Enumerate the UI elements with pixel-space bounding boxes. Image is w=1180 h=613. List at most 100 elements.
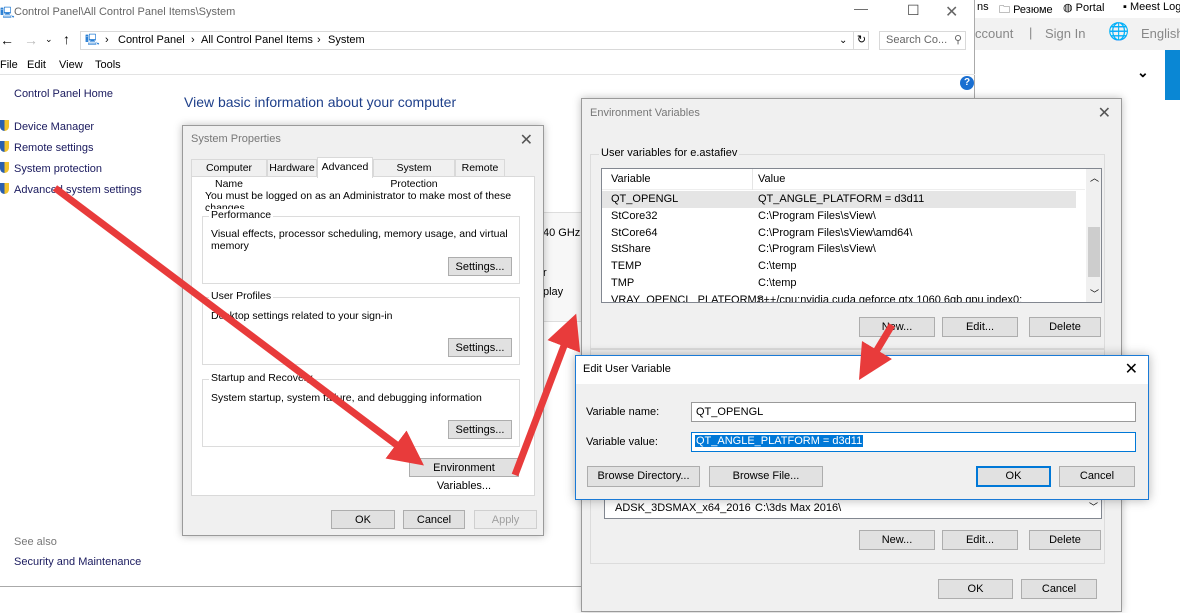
forward-icon[interactable]: →: [24, 32, 38, 48]
table-row[interactable]: QT_OPENGL QT_ANGLE_PLATFORM = d3d11: [602, 191, 1076, 208]
system-new-button[interactable]: New...: [859, 530, 935, 550]
environment-variables-button[interactable]: Environment Variables...: [409, 458, 519, 492]
variable-name: VRAY_OPENCL_PLATFORMS...: [611, 293, 774, 303]
table-row[interactable]: TMP C:\temp: [602, 275, 1076, 292]
search-input[interactable]: Search Co... ⚲: [879, 31, 966, 50]
sign-in-link[interactable]: Sign In: [1045, 26, 1085, 41]
scrollbar[interactable]: ︿ ﹀: [1086, 169, 1101, 302]
cancel-button[interactable]: Cancel: [403, 510, 465, 529]
edit-user-variable-dialog: Edit User Variable ✕ Variable name: QT_O…: [575, 355, 1149, 500]
table-row[interactable]: StCore64 C:\Program Files\sView\amd64\: [602, 225, 1076, 242]
account-link[interactable]: ccount: [975, 26, 1013, 41]
user-profiles-settings-button[interactable]: Settings...: [448, 338, 512, 357]
search-icon: ⚲: [953, 34, 962, 46]
back-icon[interactable]: ←: [0, 32, 14, 48]
system-properties-dialog: System Properties ✕ Computer Name Hardwa…: [182, 125, 544, 536]
chevron-down-icon[interactable]: ⌄: [1137, 64, 1149, 81]
variable-value: C:\Program Files\sView\: [758, 243, 876, 256]
variable-value: C:\temp: [758, 260, 797, 273]
scroll-down-icon[interactable]: ﹀: [1089, 500, 1098, 513]
dialog-title: System Properties: [191, 133, 281, 145]
apply-button[interactable]: Apply: [474, 510, 537, 529]
address-dropdown-icon[interactable]: ⌄: [839, 32, 847, 49]
menu-tools[interactable]: Tools: [95, 59, 121, 71]
menu-edit[interactable]: Edit: [27, 59, 46, 71]
system-delete-button[interactable]: Delete: [1029, 530, 1101, 550]
table-row[interactable]: TEMP C:\temp: [602, 258, 1076, 275]
user-new-button[interactable]: New...: [859, 317, 935, 337]
variable-name: TEMP: [611, 260, 642, 273]
refresh-icon[interactable]: ↻: [853, 32, 869, 49]
breadcrumb-item[interactable]: System: [328, 32, 365, 49]
tab-hardware[interactable]: Hardware: [267, 159, 317, 177]
user-edit-button[interactable]: Edit...: [942, 317, 1018, 337]
scroll-up-icon[interactable]: ︿: [1090, 171, 1099, 184]
variable-value: C:\Program Files\sView\amd64\: [758, 226, 913, 239]
link-label: Advanced system settings: [14, 184, 142, 196]
search-placeholder: Search Co...: [886, 34, 948, 46]
tab-advanced[interactable]: Advanced: [317, 157, 373, 178]
group-label: Performance: [209, 209, 274, 221]
scroll-down-icon[interactable]: ﹀: [1090, 287, 1099, 300]
browse-file-button[interactable]: Browse File...: [709, 466, 823, 487]
maximize-button[interactable]: ☐: [907, 2, 920, 19]
sidebar-advanced-system-settings[interactable]: Advanced system settings: [0, 183, 142, 196]
control-panel-home-link[interactable]: Control Panel Home: [14, 88, 113, 100]
table-row[interactable]: VRAY_OPENCL_PLATFORMS... c++/cpu:nvidia c…: [602, 292, 1076, 303]
user-variables-list[interactable]: Variable Value QT_OPENGL QT_ANGLE_PLATFOR…: [601, 168, 1102, 303]
variable-value-label: Variable value:: [586, 436, 658, 448]
scrollbar-thumb[interactable]: [1088, 227, 1100, 277]
menu-file[interactable]: File: [0, 59, 18, 71]
browser-nav: ccount | Sign In 🌐 English: [975, 18, 1180, 50]
tab-computer-name[interactable]: Computer Name: [191, 159, 267, 190]
tab-remote[interactable]: Remote: [455, 159, 505, 177]
up-icon[interactable]: ↑: [63, 31, 70, 47]
close-icon[interactable]: ✕: [1125, 359, 1138, 379]
ok-button[interactable]: OK: [331, 510, 395, 529]
group-label: Startup and Recovery: [209, 372, 315, 384]
bookmark-portal[interactable]: ◍ Portal: [1063, 1, 1104, 14]
variable-value: C:\Program Files\sView\: [758, 209, 876, 222]
sidebar-system-protection[interactable]: System protection: [0, 162, 102, 175]
address-bar[interactable]: 🖳 › Control Panel › All Control Panel It…: [80, 31, 869, 50]
minimize-button[interactable]: —: [854, 0, 868, 16]
tab-system-protection[interactable]: System Protection: [373, 159, 455, 190]
sidebar-device-manager[interactable]: Device Manager: [0, 120, 94, 133]
breadcrumb-item[interactable]: Control Panel: [118, 32, 185, 49]
system-variable-name: ADSK_3DSMAX_x64_2016: [615, 502, 751, 514]
menu-view[interactable]: View: [59, 59, 83, 71]
variable-value: c++/cpu:nvidia cuda geforce gtx 1060 6gb…: [758, 293, 1023, 303]
close-icon[interactable]: ✕: [1098, 103, 1111, 123]
system-edit-button[interactable]: Edit...: [942, 530, 1018, 550]
ok-button[interactable]: OK: [938, 579, 1013, 599]
cancel-button[interactable]: Cancel: [1059, 466, 1135, 487]
close-button[interactable]: ✕: [945, 2, 958, 22]
computer-icon: 🖳: [0, 7, 15, 19]
column-header-value[interactable]: Value: [758, 173, 785, 185]
table-row[interactable]: StCore32 C:\Program Files\sView\: [602, 208, 1076, 225]
language-selector[interactable]: English: [1141, 26, 1180, 41]
column-header-variable[interactable]: Variable: [611, 173, 651, 185]
variable-value-input[interactable]: QT_ANGLE_PLATFORM = d3d11: [691, 432, 1136, 452]
startup-recovery-group: Startup and Recovery System startup, sys…: [202, 372, 520, 447]
page-title: View basic information about your comput…: [184, 94, 457, 110]
bookmark-meest[interactable]: ▪ Meest Log: [1123, 1, 1180, 13]
cancel-button[interactable]: Cancel: [1021, 579, 1097, 599]
startup-settings-button[interactable]: Settings...: [448, 420, 512, 439]
partial-text: 40 GHz: [543, 227, 581, 239]
variable-name: QT_OPENGL: [611, 193, 679, 205]
globe-icon: 🌐: [1108, 22, 1130, 41]
recent-dropdown-icon[interactable]: ⌄: [45, 34, 53, 45]
variable-name-input[interactable]: QT_OPENGL: [691, 402, 1136, 422]
breadcrumb-item[interactable]: All Control Panel Items: [201, 32, 313, 49]
bookmark[interactable]: ns: [977, 1, 989, 13]
ok-button[interactable]: OK: [976, 466, 1051, 487]
user-delete-button[interactable]: Delete: [1029, 317, 1101, 337]
browse-directory-button[interactable]: Browse Directory...: [587, 466, 700, 487]
performance-settings-button[interactable]: Settings...: [448, 257, 512, 276]
close-icon[interactable]: ✕: [520, 130, 533, 150]
sidebar-remote-settings[interactable]: Remote settings: [0, 141, 93, 154]
table-row[interactable]: StShare C:\Program Files\sView\: [602, 241, 1076, 258]
security-maintenance-link[interactable]: Security and Maintenance: [14, 556, 141, 568]
help-icon[interactable]: ?: [960, 76, 974, 90]
